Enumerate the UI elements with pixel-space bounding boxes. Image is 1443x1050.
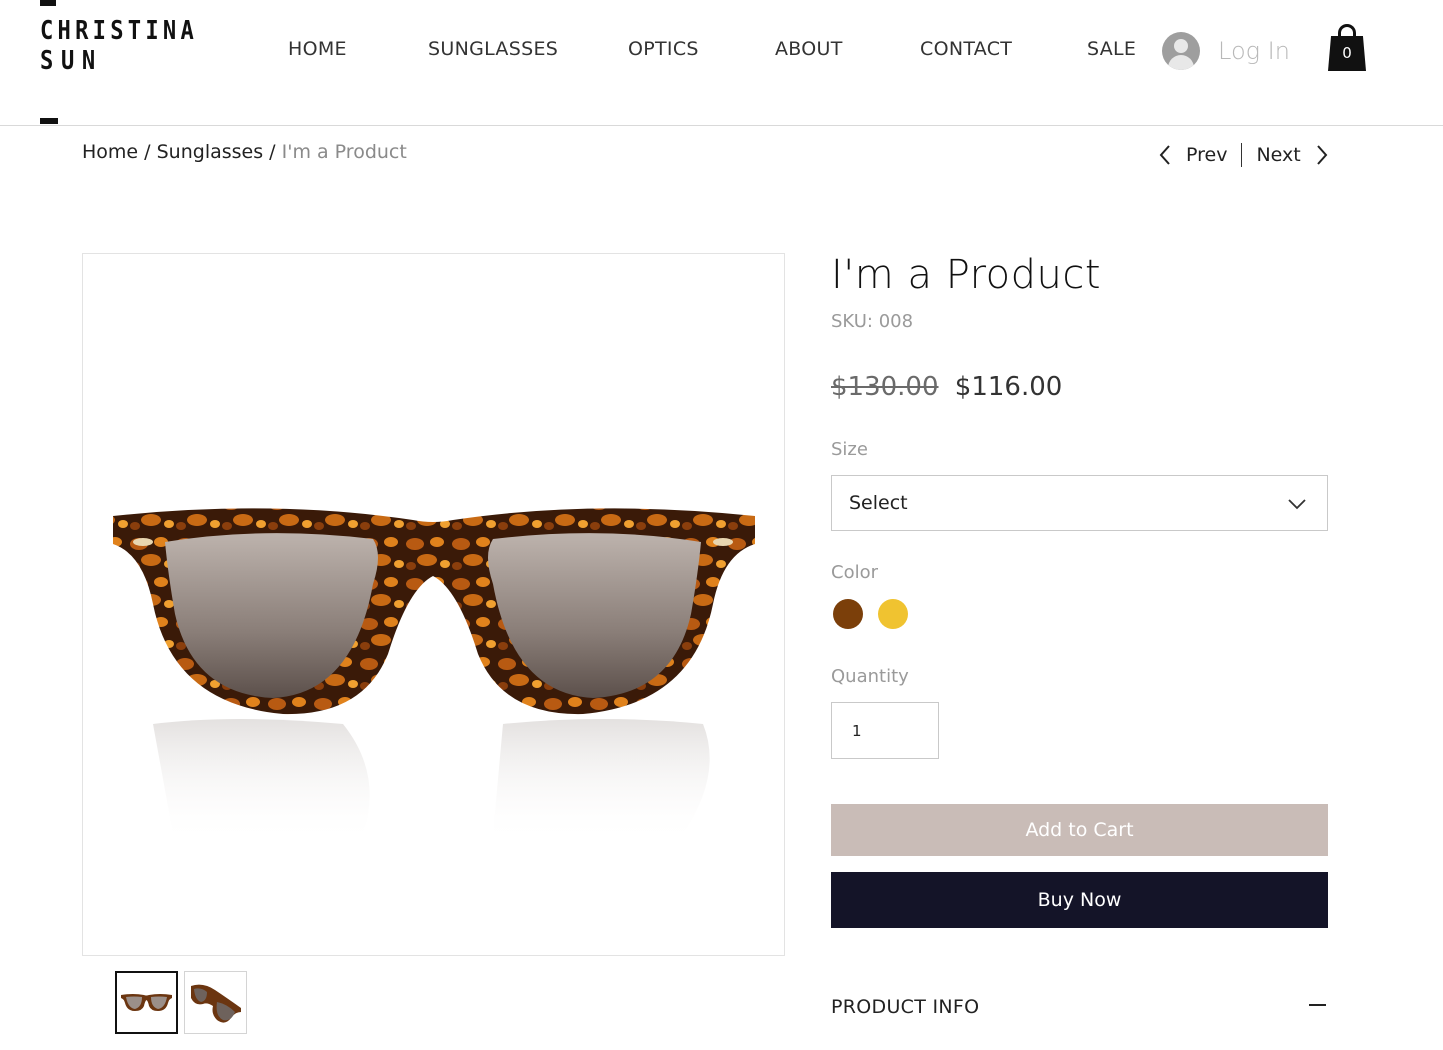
cart-count: 0: [1342, 44, 1352, 62]
quantity-input[interactable]: [831, 702, 939, 759]
pager-divider: [1241, 143, 1243, 167]
size-select-value: Select: [849, 492, 908, 514]
product-pager: Prev Next: [1158, 141, 1329, 169]
nav-item-sunglasses[interactable]: SUNGLASSES: [428, 38, 558, 60]
chevron-left-icon: [1159, 145, 1170, 165]
nav-item-home[interactable]: HOME: [288, 38, 347, 60]
breadcrumb: Home / Sunglasses / I'm a Product: [82, 141, 407, 163]
breadcrumb-separator: /: [144, 141, 157, 163]
breadcrumb-current: I'm a Product: [281, 141, 407, 163]
color-swatch-yellow[interactable]: [878, 599, 908, 629]
sunglasses-image: [113, 508, 755, 844]
product-price: $130.00 $116.00: [831, 372, 1062, 402]
thumbnail-2[interactable]: [184, 971, 247, 1034]
buy-now-button[interactable]: Buy Now: [831, 872, 1328, 928]
thumbnail-1[interactable]: [115, 971, 178, 1034]
sunglasses-thumbnail-front: [121, 994, 172, 1011]
logo-bar-bottom: [40, 118, 58, 124]
nav-item-contact[interactable]: CONTACT: [920, 38, 1012, 60]
product-main-image[interactable]: [82, 253, 785, 956]
next-label: Next: [1256, 144, 1301, 166]
breadcrumb-sunglasses[interactable]: Sunglasses: [157, 141, 264, 163]
prev-label: Prev: [1186, 144, 1228, 166]
logo-line-1: CHRISTINA: [40, 16, 199, 46]
login-label: Log In: [1218, 37, 1290, 65]
size-label: Size: [831, 439, 868, 460]
original-price: $130.00: [831, 372, 939, 402]
nav-item-about[interactable]: ABOUT: [775, 38, 843, 60]
product-title: I'm a Product: [831, 252, 1102, 298]
site-header: CHRISTINA SUN HOME SUNGLASSES OPTICS ABO…: [0, 0, 1443, 126]
product-info-toggle[interactable]: PRODUCT INFO: [831, 996, 979, 1018]
add-to-cart-button[interactable]: Add to Cart: [831, 804, 1328, 856]
logo-line-2: SUN: [40, 46, 103, 76]
login-button[interactable]: Log In: [1162, 31, 1290, 71]
breadcrumb-home[interactable]: Home: [82, 141, 138, 163]
nav-item-optics[interactable]: OPTICS: [628, 38, 699, 60]
user-avatar-icon: [1162, 32, 1200, 70]
sale-price: $116.00: [954, 372, 1063, 402]
color-label: Color: [831, 562, 878, 583]
size-select[interactable]: Select: [831, 475, 1328, 531]
prev-button[interactable]: Prev: [1158, 144, 1227, 166]
color-swatch-brown[interactable]: [833, 599, 863, 629]
product-sku: SKU: 008: [831, 311, 914, 332]
sunglasses-thumbnail-angle: [191, 984, 241, 1023]
chevron-right-icon: [1316, 145, 1328, 165]
quantity-label: Quantity: [831, 666, 909, 687]
cart-button[interactable]: 0: [1328, 24, 1366, 72]
breadcrumb-separator: /: [269, 141, 282, 163]
brand-logo[interactable]: CHRISTINA SUN: [38, 0, 218, 126]
logo-bar-top: [40, 0, 56, 6]
minus-icon[interactable]: [1309, 1004, 1326, 1006]
chevron-down-icon: [1288, 499, 1306, 510]
next-button[interactable]: Next: [1256, 144, 1328, 166]
nav-item-sale[interactable]: SALE: [1087, 38, 1136, 60]
